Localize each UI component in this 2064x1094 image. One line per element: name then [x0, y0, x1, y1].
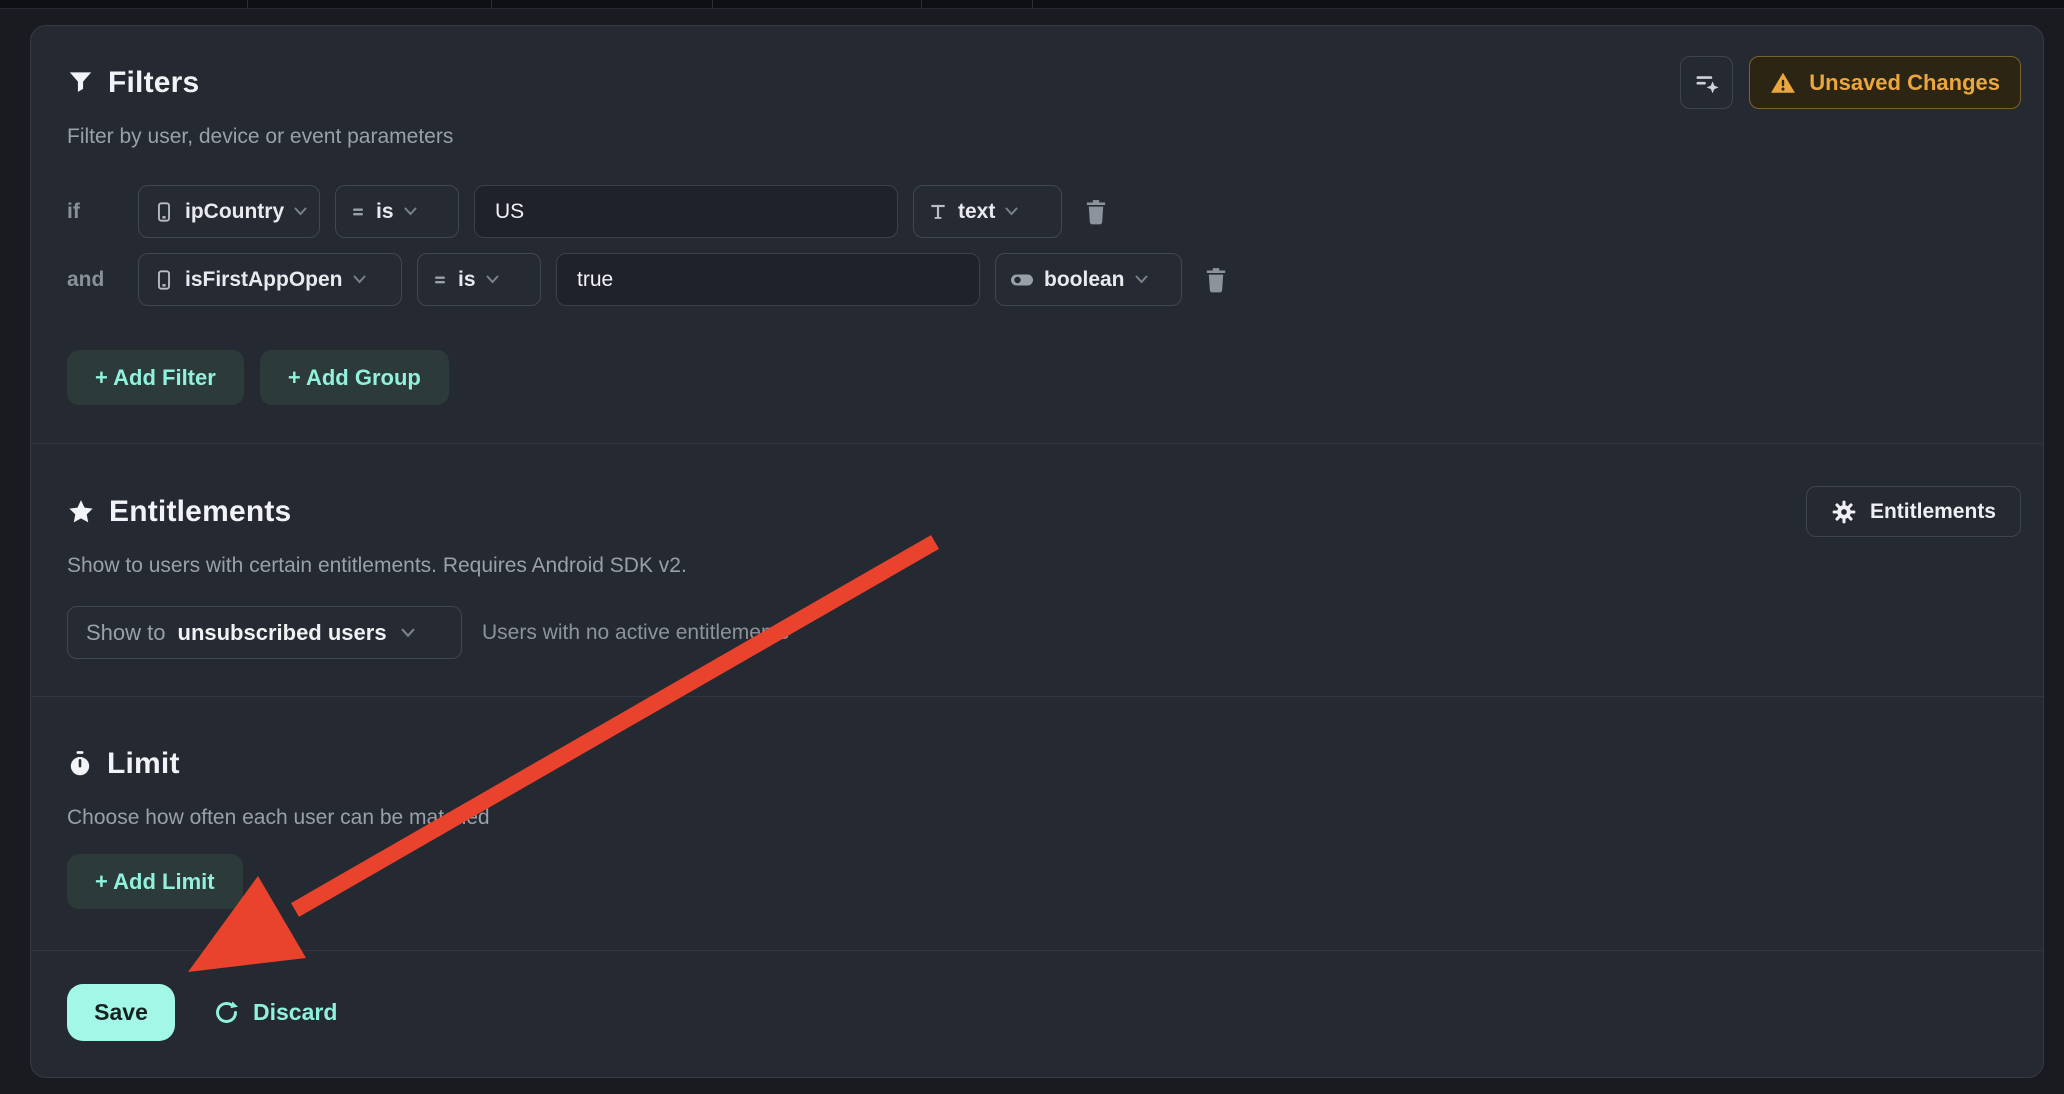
gear-icon: [1831, 499, 1857, 525]
warning-icon: [1770, 70, 1796, 96]
value-input[interactable]: [474, 185, 898, 238]
entitlements-button-label: Entitlements: [1870, 500, 1996, 524]
operator-label: is: [458, 268, 476, 292]
connector-label: and: [67, 268, 123, 292]
show-to-dropdown[interactable]: Show to unsubscribed users: [67, 606, 462, 659]
device-icon: [153, 268, 175, 292]
entitlements-header: Entitlements: [67, 485, 2021, 538]
value-input[interactable]: [556, 253, 980, 306]
entitlements-subtitle: Show to users with certain entitlements.…: [67, 554, 2021, 580]
filter-row: if ipCountry is: [67, 185, 2021, 238]
audience-settings-card: Filters: [30, 25, 2044, 1078]
limit-header: Limit: [67, 737, 2021, 790]
equals-icon: [350, 204, 366, 220]
field-dropdown[interactable]: ipCountry: [138, 185, 320, 238]
trash-icon: [1083, 198, 1109, 226]
chevron-down-icon: [486, 275, 499, 284]
add-filter-button[interactable]: + Add Filter: [67, 350, 244, 405]
delete-filter-button[interactable]: [1197, 261, 1235, 299]
filters-header: Filters: [67, 56, 2021, 109]
operator-label: is: [376, 200, 394, 224]
type-label: boolean: [1044, 268, 1125, 292]
filters-title: Filters: [108, 66, 199, 100]
chevron-down-icon: [294, 207, 307, 216]
type-label: text: [958, 200, 995, 224]
device-icon: [153, 200, 175, 224]
chevron-down-icon: [1005, 207, 1018, 216]
unsaved-changes-badge: Unsaved Changes: [1749, 56, 2021, 109]
unsaved-changes-label: Unsaved Changes: [1809, 70, 2000, 96]
show-to-value: unsubscribed users: [178, 620, 387, 646]
discard-label: Discard: [253, 999, 337, 1026]
chevron-down-icon: [1135, 275, 1148, 284]
connector-label: if: [67, 200, 123, 224]
section-divider: [31, 443, 2043, 444]
filter-sparkle-icon: [1693, 69, 1721, 97]
footer-actions: Save Discard: [67, 984, 2021, 1041]
operator-dropdown[interactable]: is: [417, 253, 541, 306]
filter-row: and isFirstAppOpen is: [67, 253, 2021, 306]
type-dropdown[interactable]: text: [913, 185, 1062, 238]
field-label: isFirstAppOpen: [185, 268, 343, 292]
equals-icon: [432, 272, 448, 288]
add-group-button[interactable]: + Add Group: [260, 350, 449, 405]
entitlements-settings-button[interactable]: Entitlements: [1806, 486, 2021, 537]
delete-filter-button[interactable]: [1077, 193, 1115, 231]
section-divider: [31, 696, 2043, 697]
stopwatch-icon: [67, 750, 93, 778]
boolean-toggle-icon: [1010, 272, 1034, 288]
show-to-label: Show to: [86, 620, 166, 646]
save-button[interactable]: Save: [67, 984, 175, 1041]
refresh-icon: [213, 999, 240, 1026]
section-divider: [31, 950, 2043, 951]
cropped-table-edge: [0, 0, 2064, 9]
type-dropdown[interactable]: boolean: [995, 253, 1182, 306]
chevron-down-icon: [353, 275, 366, 284]
chevron-down-icon: [404, 207, 417, 216]
chevron-down-icon: [401, 628, 415, 638]
ai-filter-button[interactable]: [1680, 56, 1733, 109]
field-dropdown[interactable]: isFirstAppOpen: [138, 253, 402, 306]
discard-button[interactable]: Discard: [213, 999, 337, 1026]
text-type-icon: [928, 201, 948, 223]
field-label: ipCountry: [185, 200, 284, 224]
filters-subtitle: Filter by user, device or event paramete…: [67, 125, 2021, 151]
limit-title: Limit: [107, 747, 180, 781]
operator-dropdown[interactable]: is: [335, 185, 459, 238]
trash-icon: [1203, 266, 1229, 294]
entitlements-title: Entitlements: [109, 495, 291, 529]
filter-funnel-icon: [67, 69, 94, 96]
entitlements-helper-text: Users with no active entitlements: [482, 621, 789, 645]
star-icon: [67, 498, 95, 526]
limit-subtitle: Choose how often each user can be matche…: [67, 806, 2021, 832]
add-limit-button[interactable]: + Add Limit: [67, 854, 243, 909]
